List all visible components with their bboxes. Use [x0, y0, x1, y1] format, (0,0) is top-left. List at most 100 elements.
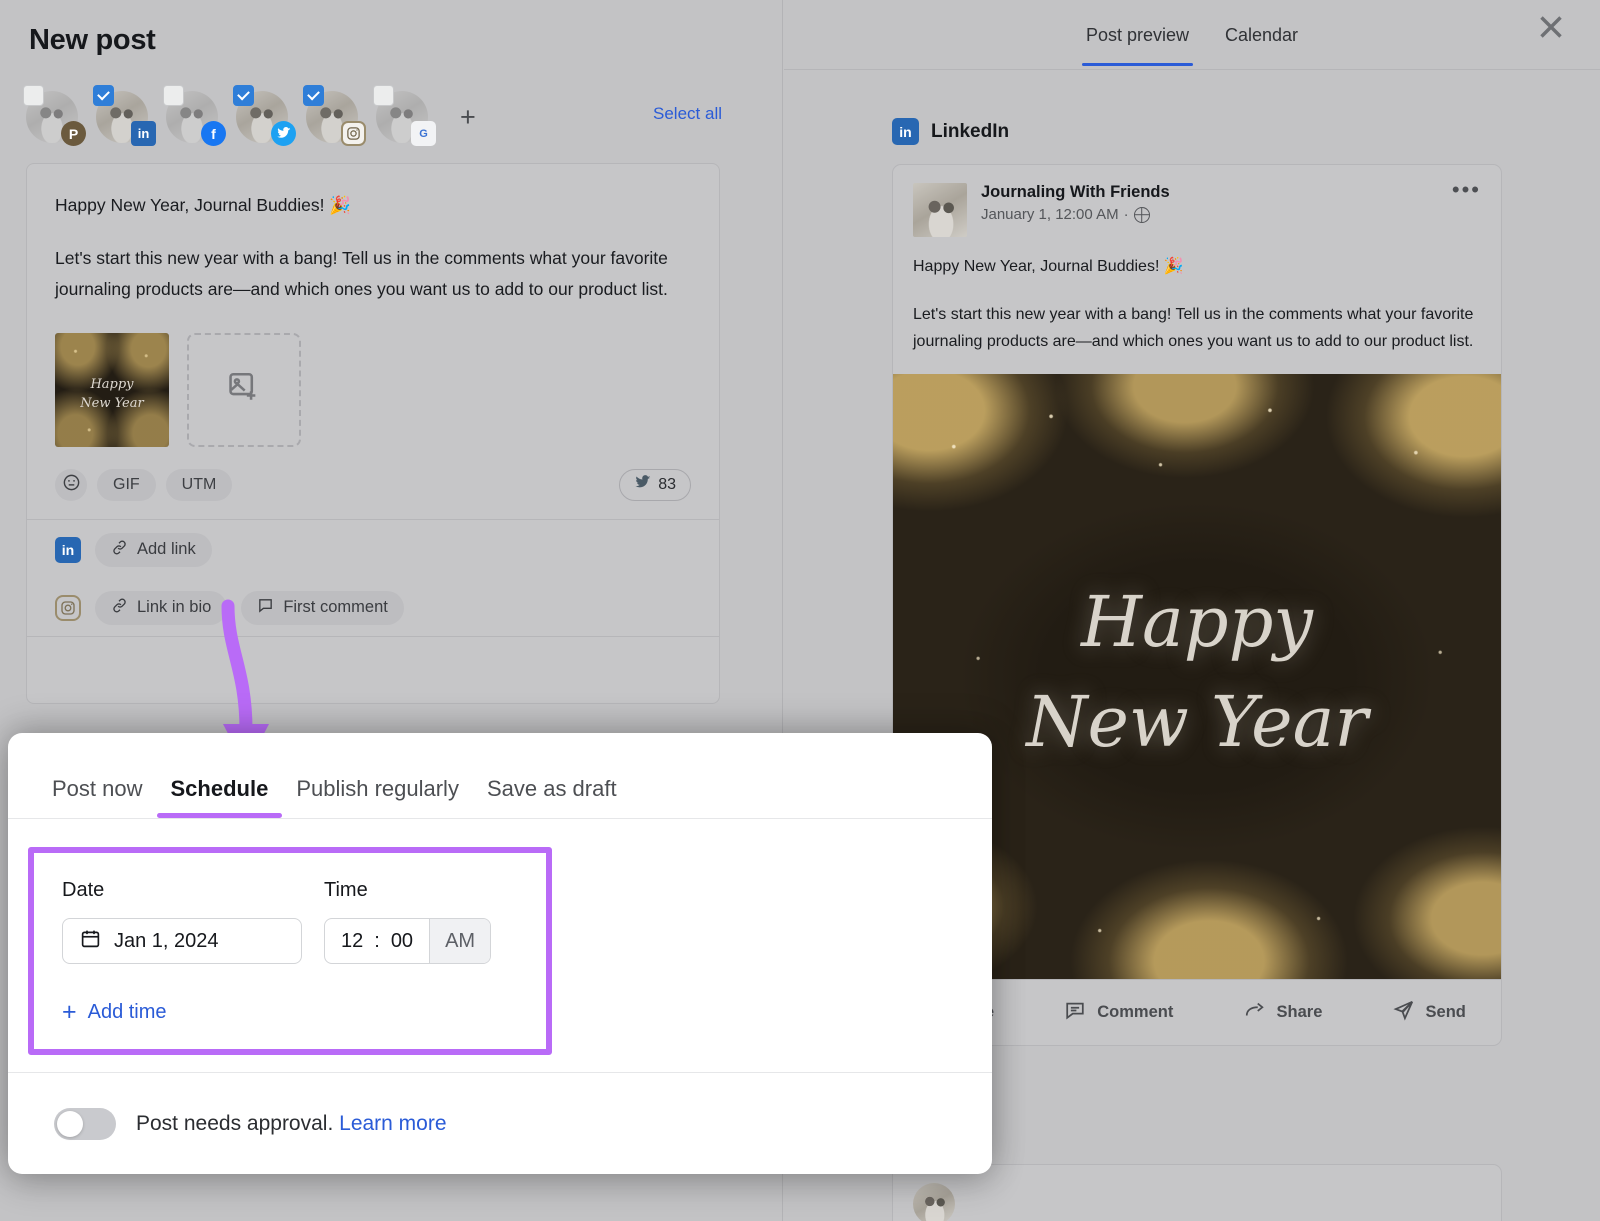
more-options-icon[interactable]: •••	[1452, 178, 1481, 200]
post-approval-text: Post needs approval. Learn more	[136, 1112, 447, 1136]
account-chip-facebook[interactable]: f	[163, 85, 226, 146]
time-separator: :	[374, 929, 380, 952]
twitter-icon	[271, 121, 296, 146]
post-text-line-1: Happy New Year, Journal Buddies! 🎉	[55, 195, 352, 215]
tab-calendar[interactable]: Calendar	[1221, 3, 1302, 66]
character-count-badge: 83	[619, 468, 691, 501]
media-thumbnail[interactable]: Happy New Year	[55, 332, 169, 447]
select-all-link[interactable]: Select all	[653, 104, 722, 124]
tab-publish-regularly[interactable]: Publish regularly	[282, 776, 473, 818]
post-text-line-2: Let's start this new year with a bang! T…	[55, 247, 668, 299]
add-time-button[interactable]: + Add time	[62, 1000, 518, 1025]
comment-label: Comment	[1097, 1002, 1174, 1021]
emoji-picker-button[interactable]	[55, 468, 87, 501]
date-label: Date	[62, 879, 105, 901]
add-image-icon	[227, 370, 261, 409]
account-checkbox-pinterest[interactable]	[23, 85, 44, 106]
account-checkbox-twitter[interactable]	[233, 85, 254, 106]
composer-footer-placeholder	[27, 637, 719, 703]
first-comment-button[interactable]: First comment	[241, 590, 404, 625]
time-minute-field[interactable]: 00	[391, 930, 413, 953]
utm-button[interactable]: UTM	[165, 468, 233, 501]
send-label: Send	[1425, 1002, 1466, 1021]
post-composer: Happy New Year, Journal Buddies! 🎉 Let's…	[26, 163, 720, 704]
preview-timestamp: January 1, 12:00 AM	[981, 206, 1119, 223]
time-numeric-group[interactable]: 12 : 00	[325, 919, 429, 963]
account-chip-instagram[interactable]	[303, 85, 366, 146]
account-checkbox-google-business[interactable]	[373, 85, 394, 106]
add-time-label: Add time	[87, 1001, 167, 1023]
calendar-icon	[80, 928, 101, 955]
pinterest-icon: P	[61, 121, 86, 146]
media-thumbnail-caption: Happy New Year	[80, 377, 144, 412]
post-text-editor[interactable]: Happy New Year, Journal Buddies! 🎉 Let's…	[55, 190, 691, 305]
network-name: LinkedIn	[931, 120, 1010, 142]
link-in-bio-label: Link in bio	[137, 598, 212, 617]
add-link-label: Add link	[137, 540, 196, 559]
send-paper-plane-icon	[1392, 999, 1415, 1026]
account-chip-twitter[interactable]	[233, 85, 296, 146]
share-button[interactable]: Share	[1244, 999, 1323, 1026]
plus-icon: +	[62, 998, 77, 1026]
facebook-icon: f	[201, 121, 226, 146]
preview-post-text: Happy New Year, Journal Buddies! 🎉 Let's…	[893, 247, 1501, 374]
account-checkbox-instagram[interactable]	[303, 85, 324, 106]
send-button[interactable]: Send	[1392, 999, 1466, 1026]
composer-tools-row: GIF UTM 83	[55, 468, 691, 507]
account-checkbox-linkedin[interactable]	[93, 85, 114, 106]
page-title: New post	[29, 24, 156, 56]
comment-icon	[1064, 999, 1086, 1026]
google-business-icon: G	[411, 121, 436, 146]
tab-save-as-draft[interactable]: Save as draft	[473, 776, 631, 818]
gif-button[interactable]: GIF	[97, 468, 156, 501]
schedule-modal: Post now Schedule Publish regularly Save…	[8, 733, 992, 1174]
tab-schedule[interactable]: Schedule	[156, 776, 283, 818]
globe-icon	[1133, 206, 1150, 223]
date-input-value: Jan 1, 2024	[114, 929, 219, 952]
learn-more-link[interactable]: Learn more	[339, 1112, 446, 1135]
account-selector-row: P in f G +	[23, 85, 476, 146]
comment-icon	[257, 597, 274, 619]
share-label: Share	[1276, 1002, 1323, 1021]
linkedin-link-options-row: in Add link	[27, 520, 719, 580]
instagram-link-options-row: Link in bio First comment	[27, 580, 719, 636]
account-chip-linkedin[interactable]: in	[93, 85, 156, 146]
avatar	[913, 183, 967, 237]
close-button[interactable]	[1532, 8, 1570, 46]
account-checkbox-facebook[interactable]	[163, 85, 184, 106]
time-hour-field[interactable]: 12	[341, 930, 363, 953]
post-approval-toggle[interactable]	[54, 1107, 116, 1140]
add-media-button[interactable]	[187, 332, 301, 447]
instagram-icon	[55, 594, 81, 621]
linkedin-icon: in	[55, 536, 81, 563]
preview-network-label-linkedin: in LinkedIn	[892, 118, 1009, 145]
composer-body: Happy New Year, Journal Buddies! 🎉 Let's…	[27, 164, 719, 519]
date-input[interactable]: Jan 1, 2024	[62, 918, 302, 964]
time-meridiem-toggle[interactable]: AM	[429, 919, 491, 963]
preview-tab-bar: Post preview Calendar	[784, 0, 1600, 70]
preview-meta: January 1, 12:00 AM ·	[981, 206, 1438, 223]
time-input[interactable]: 12 : 00 AM	[324, 918, 492, 964]
dot-separator: ·	[1123, 206, 1129, 223]
preview-text-line-1: Happy New Year, Journal Buddies! 🎉	[913, 258, 1184, 275]
smiley-icon	[62, 473, 81, 497]
add-link-button[interactable]: Add link	[95, 532, 212, 567]
character-count-value: 83	[658, 475, 676, 493]
tab-post-now[interactable]: Post now	[52, 776, 157, 818]
link-in-bio-button[interactable]: Link in bio	[95, 590, 228, 625]
first-comment-label: First comment	[283, 598, 388, 617]
time-label: Time	[324, 879, 368, 901]
account-chip-google-business[interactable]: G	[373, 85, 436, 146]
schedule-datetime-highlight: Date Time Jan 1, 2024 12 : 00 AM + Add t…	[28, 847, 552, 1055]
account-chip-pinterest[interactable]: P	[23, 85, 86, 146]
media-row: Happy New Year	[55, 332, 691, 447]
tab-post-preview[interactable]: Post preview	[1081, 3, 1194, 66]
comment-button[interactable]: Comment	[1064, 999, 1173, 1026]
instagram-icon	[341, 121, 366, 146]
screenshot-root: New post P in f G + Select all Happy New…	[0, 0, 1600, 1221]
link-icon	[111, 539, 128, 561]
post-approval-label: Post needs approval.	[136, 1111, 334, 1135]
add-account-button[interactable]: +	[460, 103, 476, 131]
preview-card-header: Journaling With Friends January 1, 12:00…	[893, 165, 1501, 247]
share-arrow-icon	[1244, 999, 1266, 1026]
